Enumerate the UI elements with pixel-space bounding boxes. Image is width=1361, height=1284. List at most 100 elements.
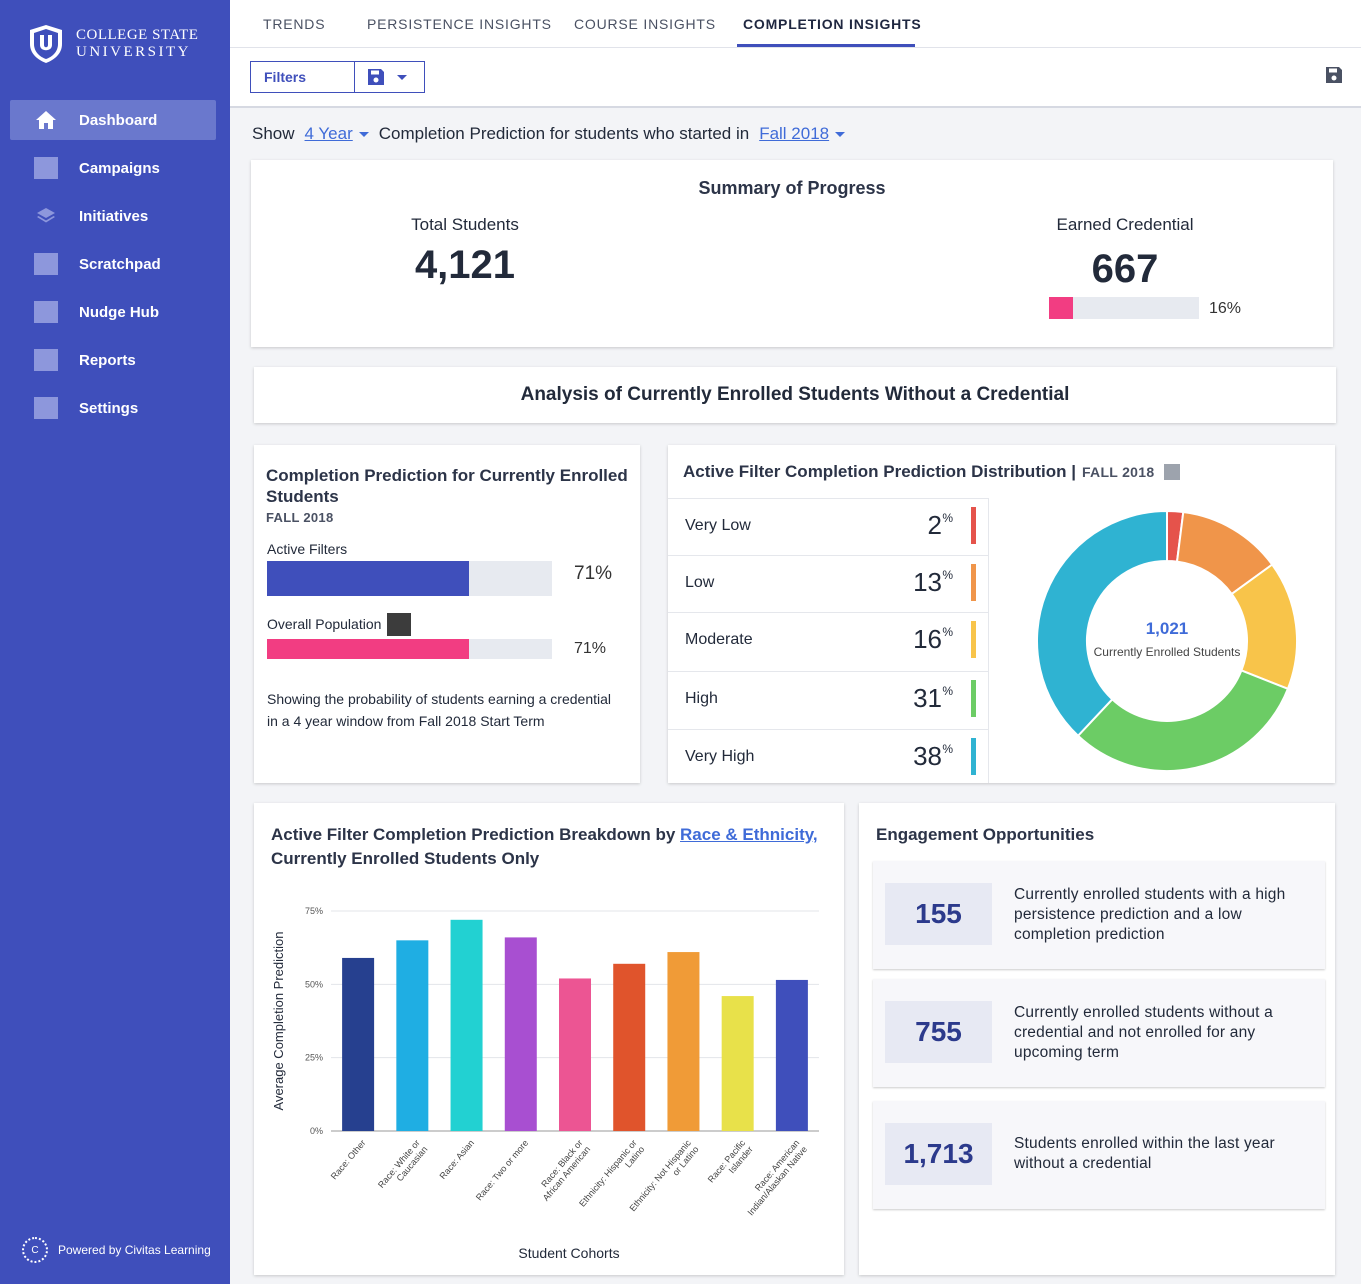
brand-logo[interactable]: COLLEGE STATE UNIVERSITY <box>28 24 198 64</box>
active-filters-fill <box>267 561 470 596</box>
info-icon[interactable] <box>1164 464 1181 480</box>
brand-line-1: COLLEGE STATE <box>76 27 199 43</box>
bar[interactable] <box>559 978 591 1131</box>
window-dropdown[interactable]: 4 Year <box>305 124 353 144</box>
engagement-count: 1,713 <box>885 1123 992 1185</box>
engagement-item[interactable]: 155 Currently enrolled students with a h… <box>873 861 1325 969</box>
sidebar-item-scratchpad[interactable]: Scratchpad <box>10 244 216 284</box>
brand-line-2: UNIVERSITY <box>76 44 191 60</box>
percent-symbol: % <box>942 511 953 525</box>
distribution-label: Very High <box>685 748 755 765</box>
breakdown-title-prefix: Active Filter Completion Prediction Brea… <box>271 825 676 844</box>
y-tick-label: 0% <box>310 1126 323 1136</box>
distribution-label: Moderate <box>685 631 753 648</box>
donut-slice[interactable] <box>1076 669 1290 772</box>
sidebar-item-nudge-hub[interactable]: Nudge Hub <box>10 292 216 332</box>
square-icon <box>33 299 59 325</box>
home-icon <box>33 107 59 133</box>
overall-population-percent: 71% <box>574 640 607 657</box>
engagement-title: Engagement Opportunities <box>876 825 1095 844</box>
distribution-value: 2 <box>927 510 942 540</box>
engagement-count: 755 <box>885 1001 992 1063</box>
show-line: Show 4 Year Completion Prediction for st… <box>252 124 855 144</box>
engagement-item[interactable]: 755 Currently enrolled students without … <box>873 979 1325 1087</box>
bar[interactable] <box>396 940 429 1131</box>
sidebar-item-label: Nudge Hub <box>79 303 159 321</box>
distribution-value: 31 <box>913 683 942 713</box>
overall-population-fill <box>267 639 470 659</box>
show-description: Completion Prediction for students who s… <box>378 124 750 143</box>
x-axis-label: Student Cohorts <box>518 1245 619 1261</box>
chevron-down-icon[interactable] <box>358 131 369 137</box>
civitas-logo-icon: C <box>22 1237 48 1263</box>
earned-percent: 16% <box>1209 300 1242 317</box>
donut-center-value: 1,021 <box>1145 619 1189 638</box>
powered-by[interactable]: C Powered by Civitas Learning <box>22 1237 211 1263</box>
completion-card-title: Completion Prediction for Currently Enro… <box>266 466 628 506</box>
bar[interactable] <box>775 979 808 1131</box>
bar[interactable] <box>504 937 537 1131</box>
breakdown-title: Active Filter Completion Prediction Brea… <box>271 823 831 871</box>
tab-completion-insights[interactable]: COMPLETION INSIGHTS <box>743 16 922 32</box>
active-filters-bar <box>267 561 552 596</box>
tab-course-insights[interactable]: COURSE INSIGHTS <box>574 16 716 32</box>
top-tabs: TRENDS PERSISTENCE INSIGHTS COURSE INSIG… <box>230 0 1361 48</box>
bar[interactable] <box>450 919 483 1131</box>
sidebar-item-dashboard[interactable]: Dashboard <box>10 100 216 140</box>
x-tick-label: Race: Two or more <box>474 1138 530 1203</box>
completion-note: Showing the probability of students earn… <box>267 691 611 729</box>
tab-trends[interactable]: TRENDS <box>263 16 325 32</box>
bar[interactable] <box>667 952 700 1131</box>
sidebar-item-label: Campaigns <box>79 159 160 177</box>
distribution-term: FALL 2018 <box>1081 464 1155 480</box>
donut-center-label: Currently Enrolled Students <box>1093 645 1241 659</box>
engagement-count: 155 <box>885 883 992 945</box>
bar[interactable] <box>721 996 754 1131</box>
active-filters-label: Active Filters <box>267 541 348 557</box>
y-tick-label: 50% <box>305 979 323 989</box>
distribution-row: Low 13% <box>668 555 988 612</box>
total-students-label: Total Students <box>411 215 519 234</box>
chevron-down-icon[interactable] <box>835 131 846 137</box>
overall-population-label: Overall Population <box>267 616 382 632</box>
layers-icon <box>33 203 59 229</box>
powered-by-text: Powered by Civitas Learning <box>58 1243 211 1257</box>
total-students-value: 4,121 <box>414 243 516 287</box>
distribution-label: Low <box>685 574 715 591</box>
sidebar-item-settings[interactable]: Settings <box>10 388 216 428</box>
percent-symbol: % <box>942 625 953 639</box>
term-dropdown[interactable]: Fall 2018 <box>759 124 829 144</box>
tab-persistence-insights[interactable]: PERSISTENCE INSIGHTS <box>367 16 552 32</box>
y-axis-label: Average Completion Prediction <box>271 932 286 1111</box>
active-tab-indicator <box>737 44 915 47</box>
bar[interactable] <box>613 963 646 1131</box>
earned-credential-value: 667 <box>1091 247 1159 291</box>
square-icon <box>33 395 59 421</box>
completion-prediction-card: Completion Prediction for Currently Enro… <box>254 445 640 783</box>
x-tick-label: Race: Black orAfrican American <box>533 1138 592 1203</box>
sidebar-item-label: Initiatives <box>79 207 149 225</box>
engagement-description: Students enrolled within the last year w… <box>1014 1135 1275 1172</box>
completion-card-term: FALL 2018 <box>266 510 334 525</box>
engagement-item[interactable]: 1,713 Students enrolled within the last … <box>873 1101 1325 1209</box>
distribution-title-text: Active Filter Completion Prediction Dist… <box>683 462 1076 481</box>
sidebar-item-reports[interactable]: Reports <box>10 340 216 380</box>
sidebar-item-initiatives[interactable]: Initiatives <box>10 196 216 236</box>
save-view-dropdown[interactable] <box>354 61 425 93</box>
divider <box>988 498 989 783</box>
y-tick-label: 25% <box>305 1053 323 1063</box>
race-ethnicity-link[interactable]: Race & Ethnicity, <box>680 825 818 844</box>
info-icon[interactable] <box>387 613 411 636</box>
distribution-label: High <box>685 690 718 707</box>
engagement-description: Currently enrolled students without a cr… <box>1014 1004 1273 1061</box>
filters-button[interactable]: Filters <box>250 61 355 93</box>
bar[interactable] <box>342 957 375 1131</box>
analysis-header: Analysis of Currently Enrolled Students … <box>254 367 1336 423</box>
save-button[interactable] <box>1325 66 1343 89</box>
percent-symbol: % <box>942 742 953 756</box>
sidebar: COLLEGE STATE UNIVERSITY Dashboard Campa… <box>0 0 230 1284</box>
engagement-description: Currently enrolled students with a high … <box>1014 886 1286 943</box>
sidebar-item-campaigns[interactable]: Campaigns <box>10 148 216 188</box>
breakdown-title-suffix: Currently Enrolled Students Only <box>271 849 540 868</box>
sidebar-item-label: Reports <box>79 351 136 369</box>
